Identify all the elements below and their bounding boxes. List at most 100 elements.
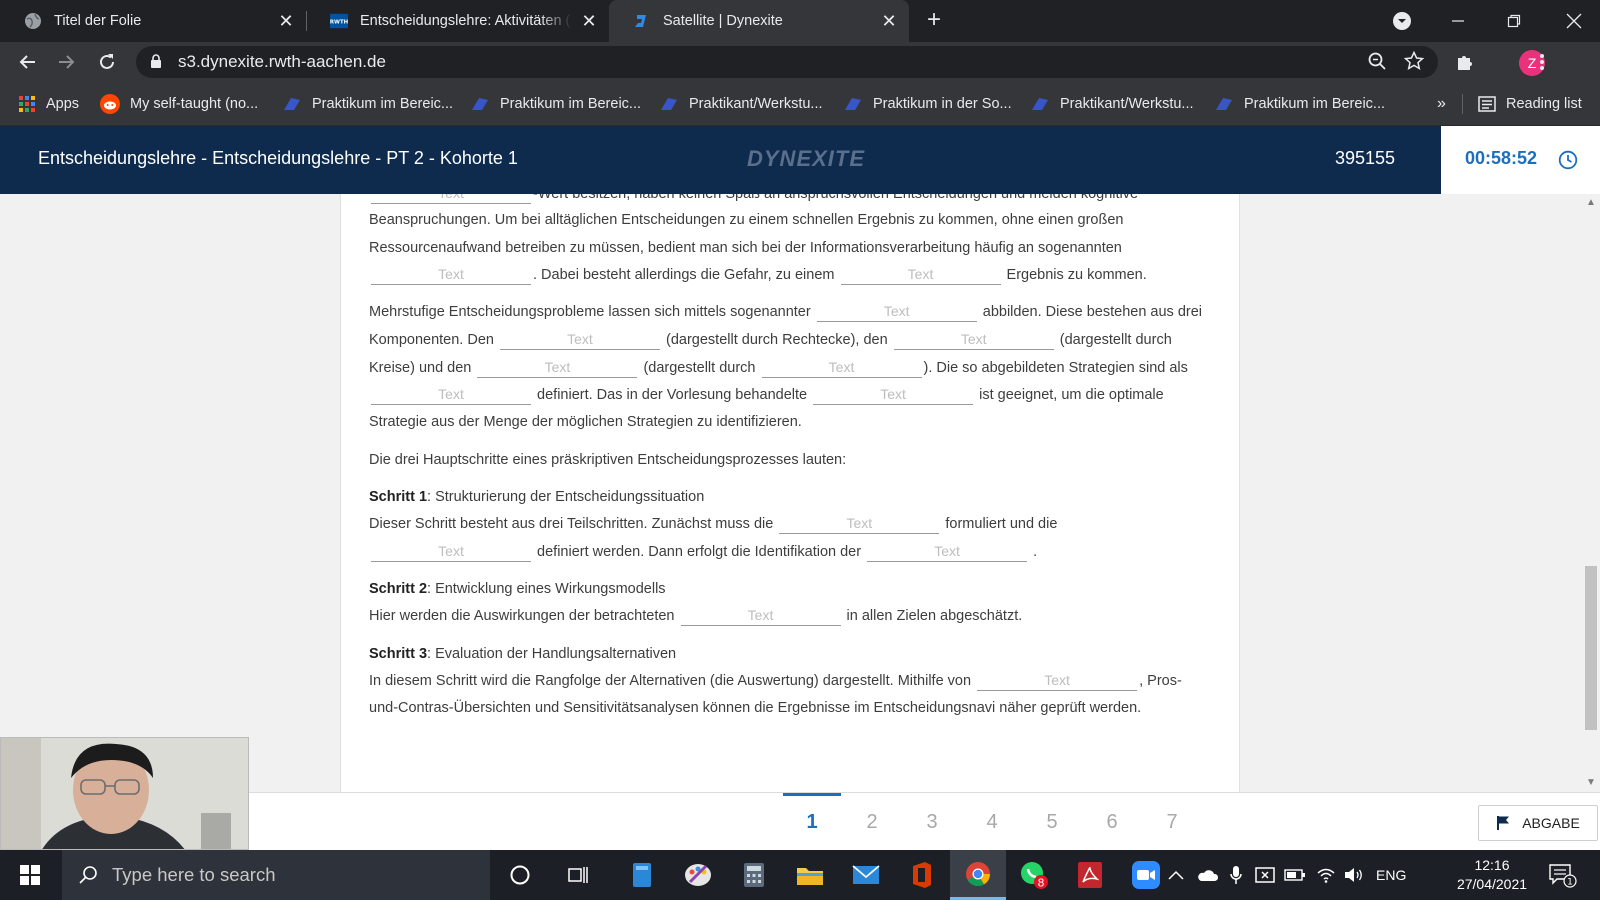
forward-arrow-icon[interactable] [55, 50, 79, 74]
minimize-icon[interactable] [1436, 0, 1480, 42]
browser-tab[interactable]: Titel der Folie ✕ [0, 0, 306, 42]
search-icon [78, 865, 98, 885]
cortana-icon[interactable] [492, 850, 548, 900]
page-button[interactable]: 7 [1143, 793, 1201, 851]
new-tab-plus-icon[interactable]: + [922, 8, 946, 33]
restore-icon[interactable] [1492, 0, 1536, 42]
page-button[interactable]: 6 [1083, 793, 1141, 851]
reload-icon[interactable] [95, 50, 119, 74]
page-scrollbar[interactable]: ▲ ▼ [1582, 194, 1600, 792]
bookmark-star-icon[interactable] [1403, 50, 1425, 76]
exam-title: Entscheidungslehre - Entscheidungslehre … [38, 148, 518, 168]
page-button[interactable]: 3 [903, 793, 961, 851]
text-segment: (dargestellt durch [643, 360, 756, 376]
bookmark-item[interactable]: Praktikum im Bereic... [282, 82, 453, 126]
chrome-icon[interactable] [950, 850, 1006, 900]
step-title: : Entwicklung eines Wirkungsmodells [427, 581, 666, 597]
bookmark-item[interactable]: Praktikum im Bereic... [470, 82, 641, 126]
system-clock[interactable]: 12:16 27/04/2021 [1450, 856, 1534, 894]
text-segment: definiert. Das in der Vorlesung behandel… [537, 387, 808, 403]
page-button[interactable]: 2 [843, 793, 901, 851]
cloze-input[interactable]: Text [813, 384, 974, 405]
cloze-input[interactable]: Text [680, 605, 841, 626]
exam-content-area: Text-Wert besitzen, haben keinen Spaß an… [0, 194, 1582, 792]
step-heading: Schritt 2: Entwicklung eines Wirkungsmod… [369, 575, 666, 603]
back-arrow-icon[interactable] [15, 50, 39, 74]
language-indicator[interactable]: ENG [1376, 850, 1406, 900]
text-line: Text. Dabei besteht allerdings die Gefah… [369, 261, 1147, 289]
office-icon[interactable] [894, 850, 950, 900]
cloze-input[interactable]: Text [893, 329, 1054, 350]
whatsapp-icon[interactable]: 8 [1006, 850, 1062, 900]
battery-icon[interactable] [1284, 850, 1306, 900]
cloze-input[interactable]: Text [840, 264, 1001, 285]
calculator-icon[interactable] [726, 850, 782, 900]
cloze-input[interactable]: Text [371, 194, 531, 204]
browser-menu-icon[interactable] [1530, 50, 1554, 74]
volume-icon[interactable] [1344, 850, 1364, 900]
cloze-input[interactable]: Text [371, 264, 531, 285]
bookmark-item[interactable]: Praktikum in der So... [843, 82, 1012, 126]
close-tab-icon[interactable]: ✕ [276, 11, 296, 31]
lock-icon[interactable] [150, 54, 162, 74]
bookmark-label: Apps [46, 96, 80, 112]
extensions-puzzle-icon[interactable] [1453, 50, 1477, 74]
scroll-up-arrow-icon[interactable]: ▲ [1586, 198, 1596, 208]
screen-share-icon[interactable] [1255, 850, 1275, 900]
page-button-active[interactable]: 1 [783, 793, 841, 851]
cloze-input[interactable]: Text [779, 513, 940, 534]
bookmark-apps[interactable]: Apps [18, 82, 79, 126]
cloze-input[interactable]: Text [371, 384, 531, 405]
globe-icon [24, 12, 42, 30]
notification-count: 1 [1567, 878, 1573, 888]
close-window-icon[interactable] [1552, 0, 1596, 42]
browser-tab-active[interactable]: Satellite | Dynexite ✕ [609, 0, 909, 42]
close-tab-icon[interactable]: ✕ [579, 11, 599, 31]
bookmark-item[interactable]: Praktikant/Werkstu... [659, 82, 823, 126]
zoom-app-icon[interactable] [1118, 850, 1174, 900]
bookmark-item[interactable]: Praktikum im Bereic... [1214, 82, 1385, 126]
show-hidden-icons[interactable] [1168, 850, 1184, 900]
browser-tab[interactable]: RWTH Entscheidungslehre: Aktivitäten ( ✕ [306, 0, 609, 42]
reading-list-button[interactable]: Reading list [1478, 82, 1582, 126]
cloze-input[interactable]: Text [977, 670, 1138, 691]
cloze-input[interactable]: Text [371, 541, 531, 562]
address-bar[interactable]: s3.dynexite.rwth-aachen.de [136, 46, 1438, 78]
submit-button[interactable]: ABGABE [1478, 805, 1598, 841]
tab-search-icon[interactable] [1380, 0, 1424, 42]
zoom-magnifier-icon[interactable] [1368, 52, 1386, 75]
apps-grid-icon [18, 95, 36, 113]
text-segment: Ergebnis zu kommen. [1006, 267, 1147, 283]
task-view-icon[interactable] [550, 850, 606, 900]
sticky-notes-icon[interactable] [614, 850, 670, 900]
cloze-input[interactable]: Text [867, 541, 1028, 562]
windows-taskbar: Type here to search 8 ENG 12:16 27/04/20… [0, 850, 1600, 900]
dynexite-icon [633, 12, 651, 30]
file-explorer-icon[interactable] [782, 850, 838, 900]
notifications-icon[interactable]: 1 [1548, 850, 1578, 900]
paint-icon[interactable] [670, 850, 726, 900]
taskbar-search-box[interactable]: Type here to search [62, 850, 490, 900]
scrollbar-thumb[interactable] [1585, 566, 1597, 730]
text-line: Ressourcenaufwand betreiben zu müssen, b… [369, 240, 1122, 256]
scroll-down-arrow-icon[interactable]: ▼ [1586, 778, 1596, 788]
bookmarks-overflow-button[interactable]: » [1437, 82, 1446, 126]
text-segment: definiert werden. Dann erfolgt die Ident… [537, 544, 862, 560]
page-button[interactable]: 5 [1023, 793, 1081, 851]
microphone-icon[interactable] [1229, 850, 1243, 900]
mail-icon[interactable] [838, 850, 894, 900]
wifi-icon[interactable] [1316, 850, 1336, 900]
cloze-input[interactable]: Text [499, 329, 660, 350]
cloze-input[interactable]: Text [761, 357, 922, 378]
cloze-input[interactable]: Text [816, 301, 977, 322]
acrobat-icon[interactable] [1062, 850, 1118, 900]
bookmark-item[interactable]: My self-taught (no... [100, 82, 258, 126]
close-tab-icon[interactable]: ✕ [879, 11, 899, 31]
onedrive-cloud-icon[interactable] [1196, 850, 1218, 900]
text-line: und-Contras-Übersichten und Sensitivität… [369, 700, 1142, 716]
page-button[interactable]: 4 [963, 793, 1021, 851]
cloze-input[interactable]: Text [477, 357, 638, 378]
bookmark-item[interactable]: Praktikant/Werkstu... [1030, 82, 1194, 126]
bookmark-site-icon [1030, 96, 1050, 112]
windows-start-icon[interactable] [2, 850, 58, 900]
